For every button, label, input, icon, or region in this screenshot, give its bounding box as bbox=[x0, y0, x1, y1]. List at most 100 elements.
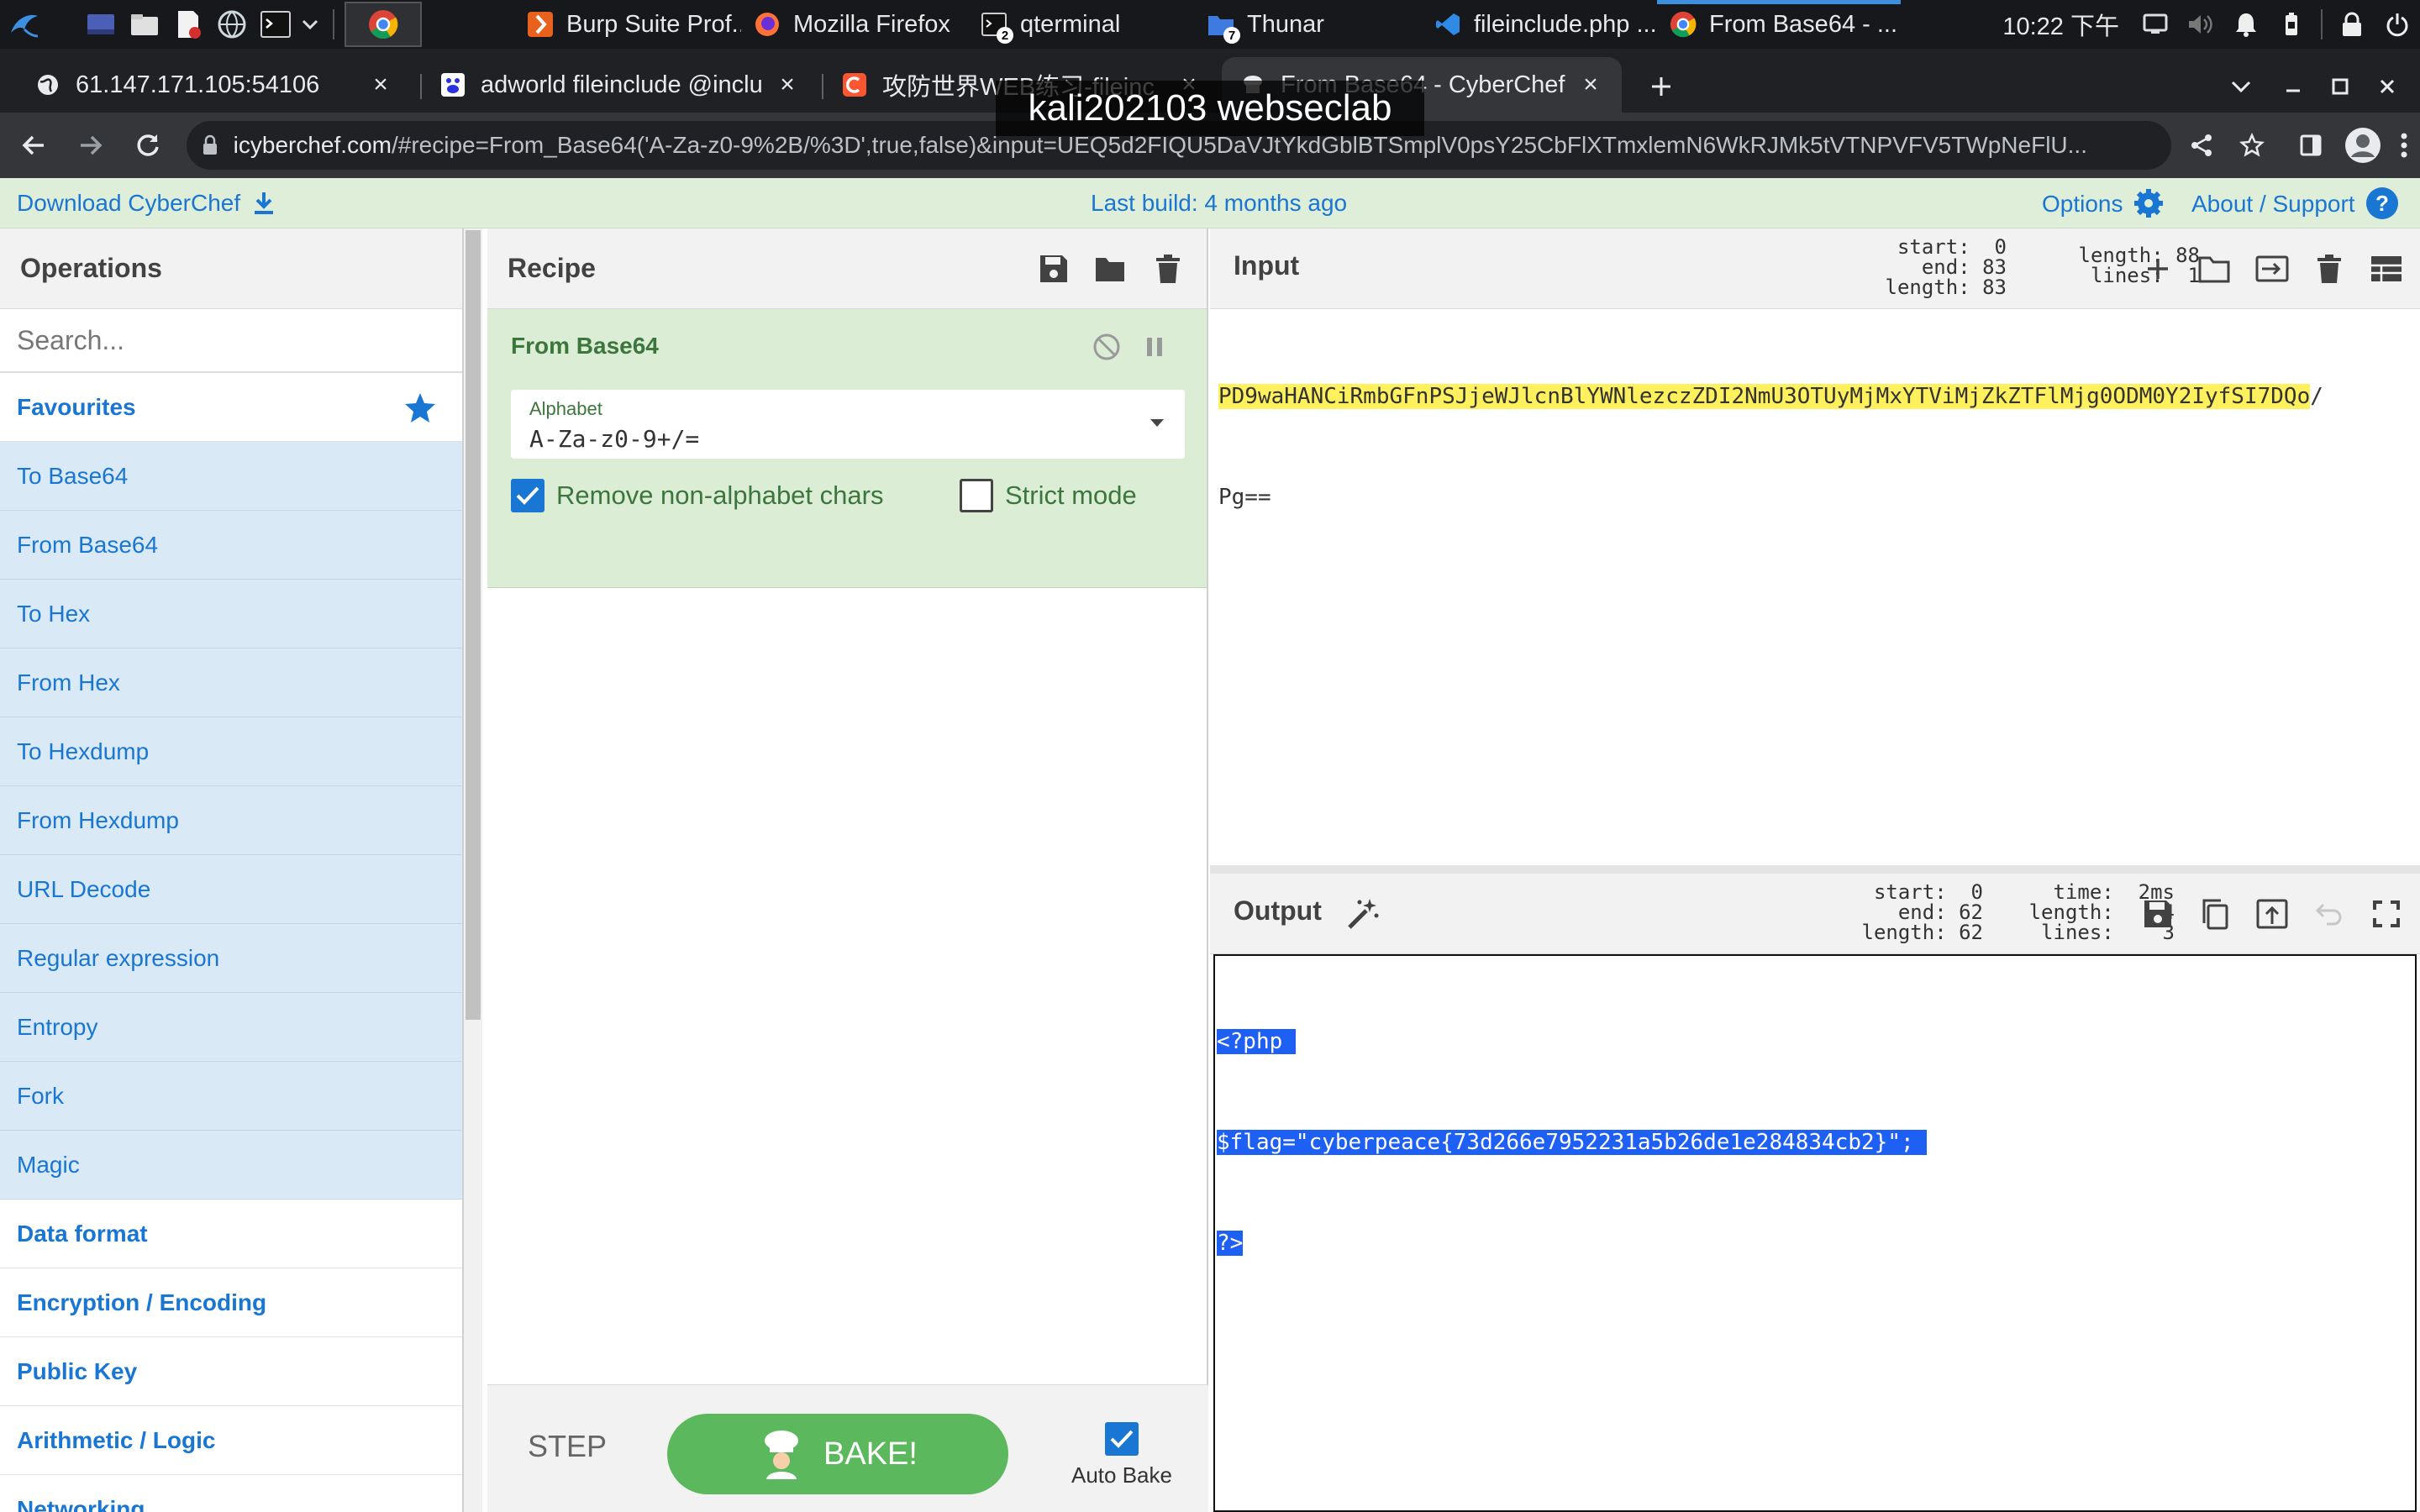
bake-button[interactable]: BAKE! bbox=[667, 1414, 1008, 1494]
op-url-decode[interactable]: URL Decode bbox=[0, 855, 462, 924]
forward-icon[interactable] bbox=[67, 121, 114, 170]
display-icon[interactable] bbox=[2133, 0, 2178, 49]
category-data-format[interactable]: Data format bbox=[0, 1200, 462, 1268]
input-selection-stats: start: 0 end: 83 length: 83 bbox=[1885, 235, 2007, 299]
auto-bake-checkbox[interactable]: Auto Bake bbox=[1059, 1422, 1185, 1488]
taskbar-task-chrome[interactable]: From Base64 - ... bbox=[1657, 0, 1901, 49]
clear-input-icon[interactable] bbox=[2309, 249, 2349, 289]
bookmark-star-icon[interactable] bbox=[2228, 121, 2275, 170]
close-icon[interactable]: × bbox=[775, 71, 800, 98]
tab-ip[interactable]: 61.147.171.105:54106 × bbox=[17, 57, 412, 113]
op-to-hexdump[interactable]: To Hexdump bbox=[0, 717, 462, 786]
op-from-hex[interactable]: From Hex bbox=[0, 648, 462, 717]
magic-wand-icon[interactable] bbox=[1346, 897, 1380, 931]
chevron-down-icon[interactable] bbox=[297, 0, 323, 49]
chef-hat-icon bbox=[758, 1429, 805, 1479]
web-browser-launcher-icon[interactable] bbox=[210, 0, 254, 49]
reload-icon[interactable] bbox=[124, 121, 171, 170]
save-recipe-icon[interactable] bbox=[1034, 249, 1074, 289]
taskbar-task-vscode[interactable]: fileinclude.php ... bbox=[1422, 0, 1657, 49]
notifications-icon[interactable] bbox=[2223, 0, 2269, 49]
op-from-hexdump[interactable]: From Hexdump bbox=[0, 786, 462, 855]
op-fork[interactable]: Fork bbox=[0, 1062, 462, 1131]
input-textarea[interactable]: PD9waHANCiRmbGFnPSJjeWJlcnBlYWNlezczZDI2… bbox=[1210, 309, 2420, 865]
download-cyberchef-link[interactable]: Download CyberChef bbox=[17, 190, 276, 217]
category-networking[interactable]: Networking bbox=[0, 1475, 462, 1512]
show-desktop-icon[interactable] bbox=[79, 0, 123, 49]
checked-icon bbox=[511, 479, 544, 512]
open-file-icon[interactable] bbox=[2252, 249, 2292, 289]
strict-mode-checkbox[interactable]: Strict mode bbox=[960, 479, 1137, 512]
back-icon[interactable] bbox=[10, 121, 57, 170]
category-favourites[interactable]: Favourites bbox=[0, 373, 462, 442]
reset-layout-icon[interactable] bbox=[2366, 249, 2407, 289]
gear-icon bbox=[2132, 186, 2165, 220]
volume-icon[interactable] bbox=[2178, 0, 2223, 49]
clear-recipe-icon[interactable] bbox=[1148, 249, 1188, 289]
output-textarea[interactable]: <?php $flag="cyberpeace{73d266e7952231a5… bbox=[1213, 954, 2417, 1512]
tab-search-icon[interactable] bbox=[2220, 66, 2262, 108]
maximize-icon[interactable] bbox=[2319, 66, 2361, 108]
operations-title: Operations bbox=[0, 228, 462, 309]
checked-icon bbox=[1105, 1422, 1139, 1456]
taskbar-task-burp[interactable]: Burp Suite Prof... bbox=[514, 0, 741, 49]
logout-icon[interactable] bbox=[2375, 0, 2420, 49]
chrome-launcher-icon[interactable] bbox=[345, 2, 422, 47]
close-icon[interactable]: × bbox=[1578, 71, 1603, 98]
taskbar-task-terminal[interactable]: 2 qterminal bbox=[968, 0, 1195, 49]
category-encryption-encoding[interactable]: Encryption / Encoding bbox=[0, 1268, 462, 1337]
firefox-icon bbox=[753, 10, 781, 39]
op-to-hex[interactable]: To Hex bbox=[0, 580, 462, 648]
clock[interactable]: 10:22 下午 bbox=[2002, 7, 2119, 42]
close-icon[interactable]: × bbox=[368, 71, 393, 98]
operations-search-input[interactable]: Search... bbox=[0, 309, 462, 373]
task-label: Mozilla Firefox bbox=[793, 10, 950, 38]
battery-icon[interactable] bbox=[2269, 0, 2314, 49]
copy-output-icon[interactable] bbox=[2195, 894, 2235, 934]
load-recipe-icon[interactable] bbox=[1091, 249, 1131, 289]
category-public-key[interactable]: Public Key bbox=[0, 1337, 462, 1406]
side-panel-icon[interactable] bbox=[2287, 121, 2334, 170]
category-arithmetic-logic[interactable]: Arithmetic / Logic bbox=[0, 1406, 462, 1475]
window-close-icon[interactable] bbox=[2366, 66, 2408, 108]
op-entropy[interactable]: Entropy bbox=[0, 993, 462, 1062]
add-input-tab-icon[interactable] bbox=[2138, 249, 2178, 289]
tab-adworld[interactable]: adworld fileinclude @inclu × bbox=[422, 57, 818, 113]
save-output-icon[interactable] bbox=[2138, 894, 2178, 934]
taskbar-task-firefox[interactable]: Mozilla Firefox bbox=[741, 0, 968, 49]
op-from-base64[interactable]: From Base64 bbox=[0, 511, 462, 580]
op-to-base64[interactable]: To Base64 bbox=[0, 442, 462, 511]
about-support-link[interactable]: About / Support ? bbox=[2191, 186, 2399, 220]
options-label: Options bbox=[2042, 191, 2123, 217]
text-editor-launcher-icon[interactable] bbox=[166, 0, 210, 49]
lock-screen-icon[interactable] bbox=[2329, 0, 2375, 49]
op-magic[interactable]: Magic bbox=[0, 1131, 462, 1200]
maximize-output-icon[interactable] bbox=[2366, 894, 2407, 934]
options-link[interactable]: Options bbox=[2042, 186, 2165, 220]
terminal-launcher-icon[interactable] bbox=[254, 0, 297, 49]
undo-icon[interactable] bbox=[2309, 894, 2349, 934]
remove-nonalphabet-checkbox[interactable]: Remove non-alphabet chars bbox=[511, 479, 883, 512]
disable-operation-icon[interactable] bbox=[1092, 333, 1121, 361]
io-resize-handle[interactable] bbox=[1210, 865, 2420, 874]
alphabet-select[interactable]: Alphabet A-Za-z0-9+/= bbox=[511, 390, 1185, 459]
op-regular-expression[interactable]: Regular expression bbox=[0, 924, 462, 993]
task-label: Thunar bbox=[1247, 10, 1324, 38]
task-label: From Base64 - ... bbox=[1709, 10, 1898, 38]
open-folder-icon[interactable] bbox=[2195, 249, 2235, 289]
profile-avatar-icon[interactable] bbox=[2339, 121, 2386, 170]
pause-breakpoint-icon[interactable] bbox=[1144, 336, 1165, 358]
minimize-icon[interactable] bbox=[2272, 66, 2314, 108]
star-icon[interactable] bbox=[403, 391, 437, 425]
more-menu-icon[interactable] bbox=[2387, 121, 2420, 170]
kali-menu-icon[interactable] bbox=[0, 0, 49, 49]
taskbar-task-thunar[interactable]: 7 Thunar bbox=[1195, 0, 1422, 49]
new-tab-icon[interactable] bbox=[1640, 66, 1682, 108]
file-manager-launcher-icon[interactable] bbox=[123, 0, 166, 49]
step-button[interactable]: STEP bbox=[528, 1429, 607, 1464]
replace-input-icon[interactable] bbox=[2252, 894, 2292, 934]
dropdown-caret-icon bbox=[1150, 418, 1165, 428]
operations-scrollbar[interactable] bbox=[464, 228, 482, 1512]
download-label: Download CyberChef bbox=[17, 190, 241, 216]
share-icon[interactable] bbox=[2178, 121, 2225, 170]
